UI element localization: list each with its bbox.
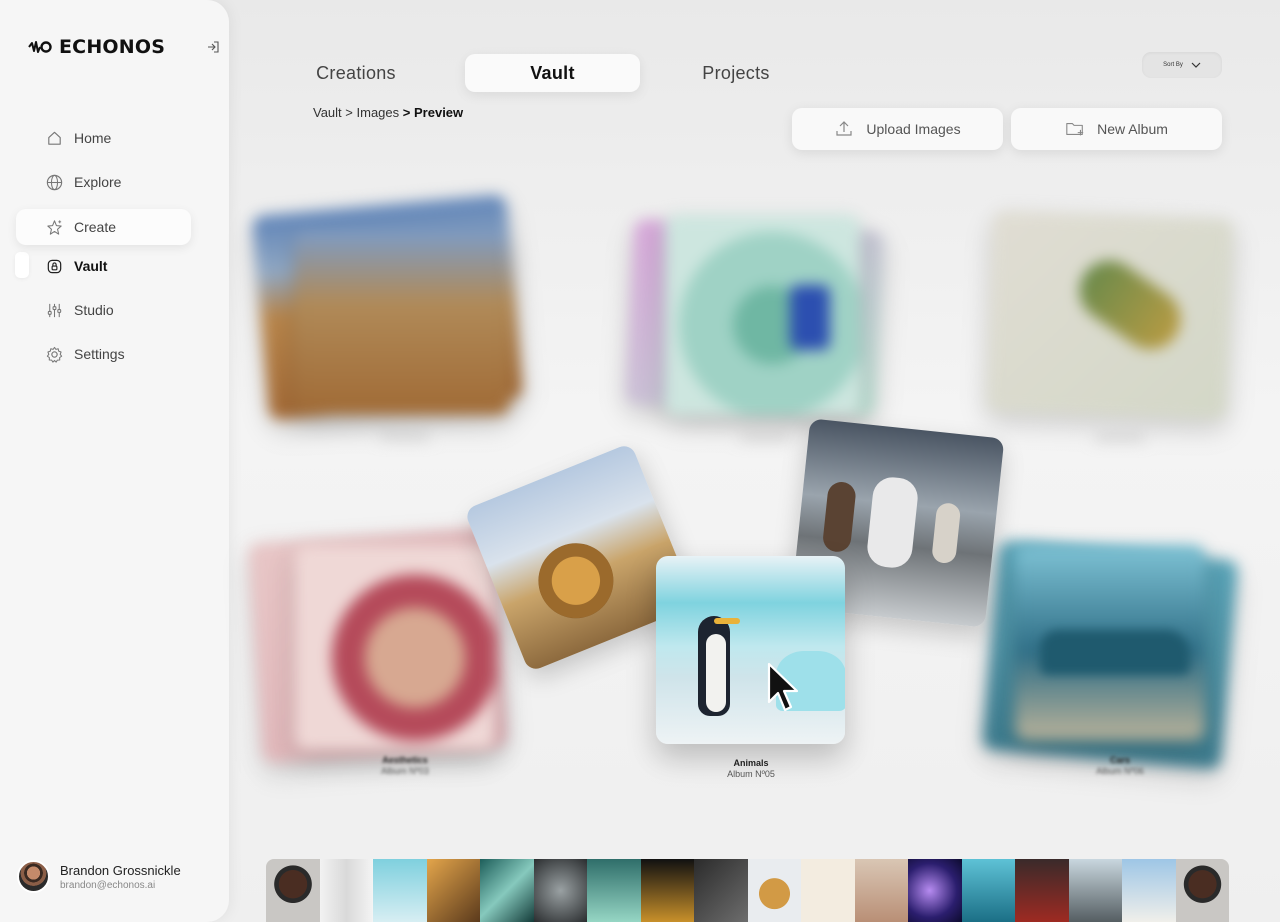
breadcrumb-images[interactable]: Images [357, 105, 400, 120]
thumbnail[interactable] [801, 859, 855, 922]
album-cover [295, 230, 510, 415]
home-icon [48, 131, 61, 145]
echonos-logo-icon [28, 41, 52, 53]
album-title: Aesthetics [382, 755, 428, 765]
logout-icon[interactable] [206, 40, 220, 54]
thumbnail[interactable] [854, 859, 908, 922]
sidebar: ECHONOS Home Explore Create Vault Studio… [0, 0, 229, 922]
brand-name: ECHONOS [59, 36, 166, 58]
horse-shape [821, 480, 857, 554]
sidebar-item-create[interactable]: Create [16, 209, 191, 245]
thumbnail[interactable] [319, 859, 373, 922]
album-caption [740, 435, 790, 441]
penguin-photo[interactable] [656, 556, 845, 744]
album-title: Cars [1109, 755, 1130, 765]
thumbnail[interactable] [480, 859, 534, 922]
brand-logo[interactable]: ECHONOS [28, 36, 165, 58]
sidebar-item-home[interactable]: Home [16, 120, 191, 156]
thumbnail[interactable] [694, 859, 748, 922]
sidebar-item-label: Vault [74, 258, 108, 274]
vault-lock-icon [47, 259, 62, 273]
album-subtitle: Album Nº06 [1096, 766, 1144, 776]
album-stack-desert[interactable] [251, 190, 525, 450]
penguin-belly [706, 634, 726, 712]
album-cover [295, 545, 495, 750]
horse-shape [931, 502, 962, 565]
tab-creations[interactable]: Creations [296, 54, 416, 92]
sidebar-item-vault[interactable]: Vault [16, 248, 191, 284]
thumbnail[interactable] [587, 859, 641, 922]
avatar [17, 860, 50, 893]
globe-icon [46, 174, 63, 190]
sidebar-item-studio[interactable]: Studio [16, 292, 191, 328]
new-album-button[interactable]: New Album [1011, 108, 1222, 150]
thumbnail[interactable] [426, 859, 480, 922]
new-album-label: New Album [1097, 121, 1168, 137]
sidebar-item-label: Home [74, 130, 112, 146]
white-horse-shape [865, 475, 920, 570]
breadcrumb-current: Preview [414, 105, 464, 120]
tab-projects[interactable]: Projects [680, 54, 792, 92]
thumbnail[interactable] [640, 859, 694, 922]
penguin-beak [714, 618, 740, 624]
album-cover [665, 215, 860, 415]
breadcrumb-separator: > [402, 105, 411, 120]
new-folder-icon [1066, 123, 1084, 136]
lion-shape [527, 531, 625, 630]
user-email: brandon@echonos.ai [60, 879, 156, 891]
album-subtitle-animals: Album Nº05 [727, 769, 775, 779]
album-cars[interactable]: Cars Album Nº06 [980, 520, 1245, 780]
thumbnail[interactable] [1015, 859, 1069, 922]
album-subtitle: Album Nº03 [381, 766, 429, 776]
mouse-pointer-icon [767, 662, 799, 712]
breadcrumb-separator: > [345, 105, 353, 120]
album-caption [380, 434, 430, 440]
album-stack-perfume[interactable] [625, 195, 890, 450]
upload-images-label: Upload Images [866, 121, 961, 137]
gear-icon [46, 346, 63, 363]
thumbnail[interactable] [1068, 859, 1122, 922]
sidebar-item-label: Create [74, 219, 117, 235]
thumbnail[interactable] [1122, 859, 1176, 922]
user-name: Brandon Grossnickle [60, 862, 181, 878]
album-title-animals: Animals [733, 758, 769, 768]
sidebar-item-label: Studio [74, 302, 114, 318]
thumbnail[interactable] [961, 859, 1015, 922]
sidebar-item-label: Explore [74, 174, 122, 190]
sliders-icon [47, 303, 62, 317]
sparkle-star-icon [47, 219, 62, 235]
chevron-down-icon [1191, 62, 1201, 68]
sidebar-item-label: Settings [74, 346, 125, 362]
thumbnail[interactable] [747, 859, 801, 922]
thumbnail-strip [266, 859, 1229, 922]
upload-icon [836, 121, 853, 136]
breadcrumb-vault[interactable]: Vault [313, 105, 342, 120]
sort-label: Sort By [1163, 62, 1183, 68]
thumbnail[interactable] [1175, 859, 1229, 922]
thumbnail[interactable] [533, 859, 587, 922]
upload-images-button[interactable]: Upload Images [792, 108, 1003, 150]
car-shape [1040, 630, 1190, 675]
album-caption [1095, 435, 1145, 441]
sidebar-item-explore[interactable]: Explore [16, 164, 191, 200]
sort-by-dropdown[interactable]: Sort By [1142, 52, 1222, 78]
breadcrumb: Vault > Images > Preview [313, 105, 463, 120]
user-profile[interactable]: Brandon Grossnickle brandon@echonos.ai [17, 860, 181, 893]
thumbnail[interactable] [908, 859, 962, 922]
album-stack-birds[interactable] [985, 195, 1245, 450]
tab-vault[interactable]: Vault [465, 54, 640, 92]
album-aesthetics[interactable]: Aesthetics Album Nº03 [247, 520, 510, 780]
sidebar-item-settings[interactable]: Settings [16, 336, 191, 372]
thumbnail[interactable] [373, 859, 427, 922]
thumbnail[interactable] [266, 859, 320, 922]
perfume-bottle-shape [790, 285, 830, 350]
